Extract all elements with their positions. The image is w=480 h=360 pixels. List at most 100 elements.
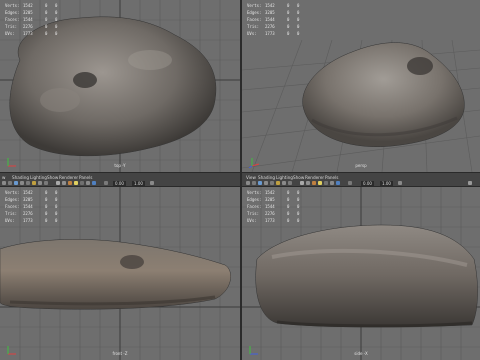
viewport-side[interactable]: Verts: 1542 0 0 Edges: 3205 0 0 Faces: 1544 0 0 T… xyxy=(242,187,480,360)
stat-value: 1773 xyxy=(265,218,275,223)
stat-label: Faces: xyxy=(5,17,20,22)
menu-show[interactable]: Show xyxy=(293,175,304,180)
xray-icon[interactable] xyxy=(92,181,96,185)
resolution-gate-icon[interactable] xyxy=(282,181,286,185)
film-gate-icon[interactable] xyxy=(276,181,280,185)
stat-label: UVs: xyxy=(5,218,15,223)
stat-value: 2276 xyxy=(23,24,33,29)
stat-value: 0 xyxy=(297,24,300,29)
textured-icon[interactable] xyxy=(312,181,316,185)
viewport-top[interactable]: Verts: 1542 0 0 Edges: 3205 0 0 Faces: 1544 0 0 T… xyxy=(0,0,240,172)
menu-view[interactable]: View xyxy=(246,175,256,180)
smooth-shade-icon[interactable] xyxy=(62,181,66,185)
stat-value: 1544 xyxy=(265,17,275,22)
menu-view[interactable]: w xyxy=(2,175,5,180)
camera-icon[interactable] xyxy=(2,181,6,185)
lock-camera-icon[interactable] xyxy=(252,181,256,185)
stat-value: 0 xyxy=(297,204,300,209)
menu-panels[interactable]: Panels xyxy=(79,175,92,180)
wireframe-icon[interactable] xyxy=(300,181,304,185)
ao-icon[interactable] xyxy=(348,181,352,185)
image-plane-icon[interactable] xyxy=(20,181,24,185)
stat-value: 0 xyxy=(287,197,290,202)
menu-shading[interactable]: Shading xyxy=(12,175,29,180)
stat-value: 0 xyxy=(297,211,300,216)
heads-up-stats: Verts: 1542 0 0 Edges: 3205 0 0 Faces: 1544 0 0 T… xyxy=(5,189,57,224)
menu-renderer[interactable]: Renderer xyxy=(59,175,78,180)
stat-value: 0 xyxy=(297,31,300,36)
menu-shading[interactable]: Shading xyxy=(258,175,275,180)
stat-label: Tris: xyxy=(247,24,260,29)
smooth-shade-icon[interactable] xyxy=(306,181,310,185)
exposure-field[interactable]: 0.00 xyxy=(113,181,126,186)
viewport-front[interactable]: Verts: 1542 0 0 Edges: 3205 0 0 Faces: 1544 0 0 T… xyxy=(0,187,240,360)
stat-value: 0 xyxy=(55,211,58,216)
camera-label: top -Y xyxy=(114,163,126,168)
color-management-icon[interactable] xyxy=(398,181,402,185)
stat-value: 0 xyxy=(45,197,48,202)
stat-value: 2276 xyxy=(265,24,275,29)
grid-icon[interactable] xyxy=(26,181,30,185)
stat-value: 0 xyxy=(45,24,48,29)
stat-value: 1544 xyxy=(23,204,33,209)
stat-value: 2276 xyxy=(265,211,275,216)
stat-value: 0 xyxy=(55,204,58,209)
safe-action-icon[interactable] xyxy=(44,181,48,185)
image-plane-icon[interactable] xyxy=(264,181,268,185)
stat-value: 0 xyxy=(55,190,58,195)
shadows-icon[interactable] xyxy=(324,181,328,185)
ao-icon[interactable] xyxy=(104,181,108,185)
stat-value: 0 xyxy=(55,10,58,15)
menu-renderer[interactable]: Renderer xyxy=(305,175,324,180)
stat-value: 0 xyxy=(55,31,58,36)
isolate-icon[interactable] xyxy=(330,181,334,185)
bookmark-icon[interactable] xyxy=(14,181,18,185)
stat-value: 0 xyxy=(55,218,58,223)
gamma-field[interactable]: 1.00 xyxy=(380,181,393,186)
stat-value: 0 xyxy=(55,24,58,29)
safe-action-icon[interactable] xyxy=(288,181,292,185)
xray-icon[interactable] xyxy=(336,181,340,185)
stat-value: 0 xyxy=(287,211,290,216)
menu-show[interactable]: Show xyxy=(47,175,58,180)
stat-label: Tris: xyxy=(5,211,18,216)
camera-icon[interactable] xyxy=(246,181,250,185)
lights-icon[interactable] xyxy=(74,181,78,185)
grid-icon[interactable] xyxy=(270,181,274,185)
menu-lighting[interactable]: Lighting xyxy=(30,175,47,180)
stat-value: 0 xyxy=(297,218,300,223)
stat-label: Verts: xyxy=(5,190,20,195)
wireframe-icon[interactable] xyxy=(56,181,60,185)
stat-label: UVs: xyxy=(247,31,257,36)
stat-value: 0 xyxy=(45,31,48,36)
panel-options-icon[interactable] xyxy=(468,181,472,185)
viewport-persp[interactable]: Verts: 1542 0 0 Edges: 3205 0 0 Faces: 1544 0 0 T… xyxy=(242,0,480,172)
stat-value: 1542 xyxy=(23,190,33,195)
stat-value: 0 xyxy=(287,190,290,195)
camera-label: persp xyxy=(355,163,367,168)
stat-value: 0 xyxy=(287,31,290,36)
shadows-icon[interactable] xyxy=(80,181,84,185)
color-management-icon[interactable] xyxy=(150,181,154,185)
heads-up-stats: Verts: 1542 0 0 Edges: 3205 0 0 Faces: 1544 0 0 T… xyxy=(5,2,57,37)
stat-value: 0 xyxy=(287,3,290,8)
stat-value: 1773 xyxy=(23,218,33,223)
isolate-icon[interactable] xyxy=(86,181,90,185)
panel-menubar-side: View Shading Lighting Show Renderer Pane… xyxy=(242,172,480,187)
textured-icon[interactable] xyxy=(68,181,72,185)
stat-value: 0 xyxy=(45,211,48,216)
stat-value: 0 xyxy=(45,3,48,8)
menu-lighting[interactable]: Lighting xyxy=(276,175,293,180)
stat-value: 0 xyxy=(55,3,58,8)
lock-camera-icon[interactable] xyxy=(8,181,12,185)
lights-icon[interactable] xyxy=(318,181,322,185)
exposure-field[interactable]: 0.00 xyxy=(361,181,374,186)
resolution-gate-icon[interactable] xyxy=(38,181,42,185)
stat-value: 0 xyxy=(45,218,48,223)
stat-label: Edges: xyxy=(5,197,20,202)
gamma-field[interactable]: 1.00 xyxy=(132,181,145,186)
film-gate-icon[interactable] xyxy=(32,181,36,185)
bookmark-icon[interactable] xyxy=(258,181,262,185)
stat-value: 0 xyxy=(287,17,290,22)
menu-panels[interactable]: Panels xyxy=(325,175,338,180)
